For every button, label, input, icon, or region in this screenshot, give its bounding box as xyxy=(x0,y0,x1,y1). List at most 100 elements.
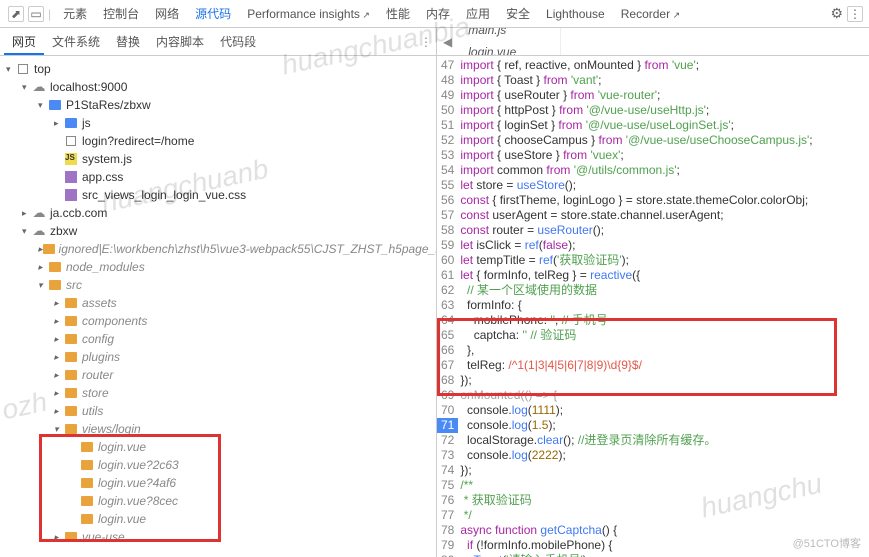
tree-node[interactable]: ▸components xyxy=(0,312,436,330)
tree-node[interactable]: ▾☁zbxw xyxy=(0,222,436,240)
panel-tab-Lighthouse[interactable]: Lighthouse xyxy=(538,3,613,25)
expand-arrow-icon[interactable]: ▾ xyxy=(6,64,16,75)
code-line[interactable]: import { loginSet } from '@/vue-use/useL… xyxy=(460,118,812,133)
sources-tab[interactable]: 内容脚本 xyxy=(148,31,212,53)
code-line[interactable]: Toast('请输入手机号'); xyxy=(460,553,812,557)
more-icon[interactable]: ⋮ xyxy=(420,35,432,49)
panel-tab-安全[interactable]: 安全 xyxy=(498,3,538,25)
code-line[interactable]: }); xyxy=(460,373,812,388)
tree-node[interactable]: login.vue?4af6 xyxy=(0,474,436,492)
nav-toggle-icon[interactable]: ◀ xyxy=(437,35,458,49)
tree-node[interactable]: ▸assets xyxy=(0,294,436,312)
code-line[interactable]: telReg: /^1(1|3|4|5|6|7|8|9)\d{9}$/ xyxy=(460,358,812,373)
tree-node[interactable]: ▸router xyxy=(0,366,436,384)
tree-node[interactable]: login?redirect=/home xyxy=(0,132,436,150)
expand-arrow-icon[interactable]: ▾ xyxy=(22,226,32,237)
expand-arrow-icon[interactable]: ▸ xyxy=(54,316,64,327)
expand-arrow-icon[interactable]: ▸ xyxy=(22,208,32,219)
tree-node[interactable]: login.vue xyxy=(0,510,436,528)
tree-node[interactable]: JSsystem.js xyxy=(0,150,436,168)
expand-arrow-icon[interactable]: ▸ xyxy=(54,532,64,543)
expand-arrow-icon[interactable]: ▾ xyxy=(22,82,32,93)
code-line[interactable]: let store = useStore(); xyxy=(460,178,812,193)
expand-arrow-icon[interactable]: ▸ xyxy=(54,352,64,363)
code-line[interactable]: import { useRouter } from 'vue-router'; xyxy=(460,88,812,103)
panel-tab-Performance insights[interactable]: Performance insights ↗ xyxy=(239,3,378,25)
file-tree[interactable]: ▾top▾☁localhost:9000▾P1StaRes/zbxw▸jslog… xyxy=(0,56,437,557)
tree-node[interactable]: ▾P1StaRes/zbxw xyxy=(0,96,436,114)
expand-arrow-icon[interactable]: ▸ xyxy=(38,262,48,273)
code-line[interactable]: * 获取验证码 xyxy=(460,493,812,508)
code-line[interactable]: console.log(2222); xyxy=(460,448,812,463)
sources-tab[interactable]: 文件系统 xyxy=(44,31,108,53)
expand-arrow-icon[interactable]: ▸ xyxy=(54,406,64,417)
tree-node[interactable]: ▸vue-use xyxy=(0,528,436,546)
code-line[interactable]: /** xyxy=(460,478,812,493)
panel-tab-应用[interactable]: 应用 xyxy=(458,3,498,25)
code-content[interactable]: import { ref, reactive, onMounted } from… xyxy=(460,56,812,557)
tree-node[interactable]: ▸plugins xyxy=(0,348,436,366)
panel-tab-控制台[interactable]: 控制台 xyxy=(95,3,147,25)
more-icon[interactable]: ⋮ xyxy=(847,6,863,22)
code-line[interactable]: // 某一个区域使用的数据 xyxy=(460,283,812,298)
expand-arrow-icon[interactable]: ▾ xyxy=(38,280,48,291)
code-line[interactable]: import { Toast } from 'vant'; xyxy=(460,73,812,88)
tree-node[interactable]: ▸ignored|E:\workbench\zhst\h5\vue3-webpa… xyxy=(0,240,436,258)
tree-node[interactable]: ▾☁localhost:9000 xyxy=(0,78,436,96)
expand-arrow-icon[interactable]: ▸ xyxy=(54,370,64,381)
tree-node[interactable]: login.vue?8cec xyxy=(0,492,436,510)
code-line[interactable]: onMounted(() => { xyxy=(460,388,812,403)
code-line[interactable]: captcha: '' // 验证码 xyxy=(460,328,812,343)
panel-tab-Recorder[interactable]: Recorder ↗ xyxy=(613,3,688,25)
code-line[interactable]: const router = useRouter(); xyxy=(460,223,812,238)
file-tab[interactable]: login.vue xyxy=(458,41,561,56)
panel-tab-性能[interactable]: 性能 xyxy=(378,3,418,25)
file-tab[interactable]: main.js xyxy=(458,28,561,41)
code-line[interactable]: const userAgent = store.state.channel.us… xyxy=(460,208,812,223)
code-line[interactable]: import { useStore } from 'vuex'; xyxy=(460,148,812,163)
tree-node[interactable]: ▾src xyxy=(0,276,436,294)
sources-tab[interactable]: 代码段 xyxy=(212,31,264,53)
code-line[interactable]: import { httpPost } from '@/vue-use/useH… xyxy=(460,103,812,118)
code-line[interactable]: const { firstTheme, loginLogo } = store.… xyxy=(460,193,812,208)
expand-arrow-icon[interactable]: ▸ xyxy=(54,298,64,309)
tree-node[interactable]: ▾top xyxy=(0,60,436,78)
tree-node[interactable]: ▸utils xyxy=(0,402,436,420)
inspect-icon[interactable]: ⬈ xyxy=(8,6,24,22)
expand-arrow-icon[interactable]: ▾ xyxy=(54,424,64,435)
panel-tab-源代码[interactable]: 源代码 xyxy=(187,3,239,25)
code-line[interactable]: let isClick = ref(false); xyxy=(460,238,812,253)
code-line[interactable]: formInfo: { xyxy=(460,298,812,313)
code-line[interactable]: }, xyxy=(460,343,812,358)
expand-arrow-icon[interactable]: ▾ xyxy=(38,100,48,111)
code-line[interactable]: console.log(1.5); xyxy=(460,418,812,433)
panel-tab-网络[interactable]: 网络 xyxy=(147,3,187,25)
code-line[interactable]: import common from '@/utils/common.js'; xyxy=(460,163,812,178)
expand-arrow-icon[interactable]: ▸ xyxy=(54,334,64,345)
tree-node[interactable]: ▸node_modules xyxy=(0,258,436,276)
tree-node[interactable]: src_views_login_login_vue.css xyxy=(0,186,436,204)
code-line[interactable]: if (!formInfo.mobilePhone) { xyxy=(460,538,812,553)
tree-node[interactable]: ▸☁ja.ccb.com xyxy=(0,204,436,222)
code-line[interactable]: let tempTitle = ref('获取验证码'); xyxy=(460,253,812,268)
code-line[interactable]: import { ref, reactive, onMounted } from… xyxy=(460,58,812,73)
expand-arrow-icon[interactable]: ▸ xyxy=(54,388,64,399)
tree-node[interactable]: ▾views/login xyxy=(0,420,436,438)
expand-arrow-icon[interactable]: ▸ xyxy=(54,118,64,129)
sources-tab[interactable]: 网页 xyxy=(4,31,44,55)
code-line[interactable]: localStorage.clear(); //进登录页清除所有缓存。 xyxy=(460,433,812,448)
tree-node[interactable]: ▸config xyxy=(0,330,436,348)
tree-node[interactable]: ▸store xyxy=(0,384,436,402)
code-line[interactable]: */ xyxy=(460,508,812,523)
settings-icon[interactable]: ⚙ xyxy=(830,5,843,22)
panel-tab-元素[interactable]: 元素 xyxy=(55,3,95,25)
code-line[interactable]: }); xyxy=(460,463,812,478)
code-line[interactable]: async function getCaptcha() { xyxy=(460,523,812,538)
code-line[interactable]: import { chooseCampus } from '@/vue-use/… xyxy=(460,133,812,148)
tree-node[interactable]: ▸js xyxy=(0,114,436,132)
tree-node[interactable]: login.vue?2c63 xyxy=(0,456,436,474)
sources-tab[interactable]: 替换 xyxy=(108,31,148,53)
panel-tab-内存[interactable]: 内存 xyxy=(418,3,458,25)
tree-node[interactable]: login.vue xyxy=(0,438,436,456)
tree-node[interactable]: app.css xyxy=(0,168,436,186)
